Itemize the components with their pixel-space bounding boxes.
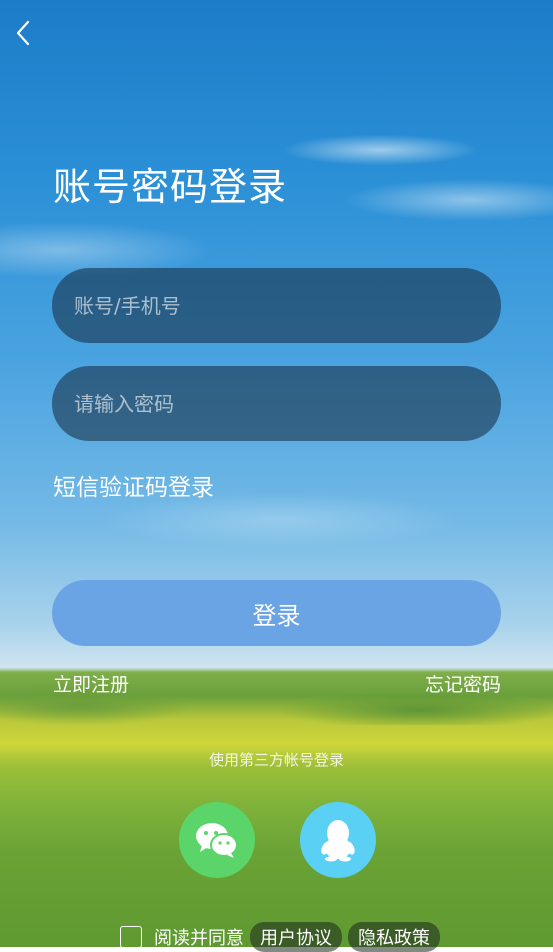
- qq-icon: [321, 820, 355, 862]
- password-field-container: [52, 366, 501, 441]
- sms-login-link[interactable]: 短信验证码登录: [53, 468, 214, 502]
- back-button[interactable]: [8, 18, 38, 48]
- qq-login-button[interactable]: [300, 802, 376, 878]
- third-party-login-label: 使用第三方帐号登录: [208, 751, 344, 769]
- chevron-left-icon: [16, 20, 30, 46]
- password-input[interactable]: [72, 390, 501, 417]
- register-link[interactable]: 立即注册: [53, 670, 129, 697]
- agree-checkbox[interactable]: [120, 926, 142, 948]
- account-input[interactable]: [72, 292, 501, 319]
- privacy-policy-link[interactable]: 隐私政策: [348, 922, 440, 952]
- login-button[interactable]: 登录: [52, 580, 501, 646]
- user-agreement-link[interactable]: 用户协议: [250, 922, 342, 952]
- account-field-container: [52, 268, 501, 343]
- agreement-row: 阅读并同意 用户协议 隐私政策: [120, 922, 440, 952]
- wechat-login-button[interactable]: [179, 802, 255, 878]
- forgot-password-link[interactable]: 忘记密码: [425, 670, 501, 697]
- wechat-icon: [196, 823, 238, 858]
- agreement-prefix: 阅读并同意: [154, 928, 244, 949]
- page-title: 账号密码登录: [53, 165, 288, 209]
